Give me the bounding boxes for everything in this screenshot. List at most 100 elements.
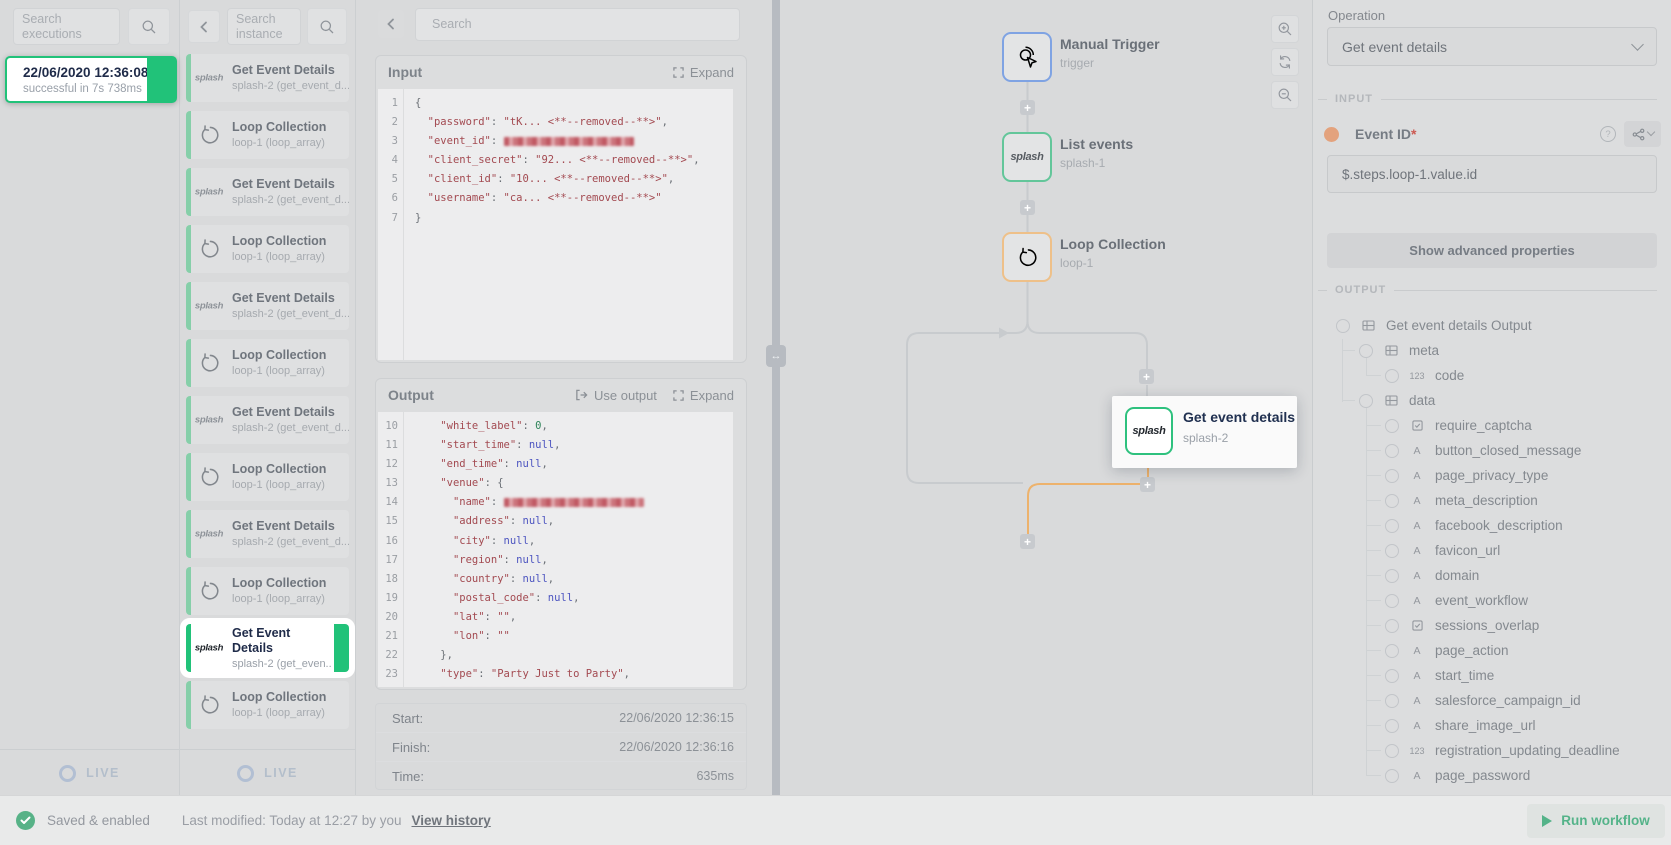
tree-radio[interactable] [1385,669,1399,683]
output-tree-row[interactable]: require_captcha [1313,413,1671,438]
executions-live-toggle[interactable]: LIVE [0,749,179,796]
step-list-item[interactable]: splashGet Event Detailssplash-2 (get_eve… [186,54,349,102]
output-tree-row[interactable]: Abutton_closed_message [1313,438,1671,463]
step-list-item[interactable]: splashGet Event Detailssplash-2 (get_eve… [186,282,349,330]
steps-panel: Search instance splashGet Event Detailss… [180,0,355,795]
help-icon[interactable]: ? [1600,126,1616,142]
tree-radio[interactable] [1385,619,1399,633]
tree-radio[interactable] [1385,644,1399,658]
output-tree-row[interactable]: Asalesforce_campaign_id [1313,688,1671,713]
execution-card[interactable]: 22/06/2020 12:36:08 successful in 7s 738… [5,56,177,103]
list-events-node[interactable]: splash [1002,132,1052,182]
selected-node-card[interactable]: splash Get event details splash-2 [1112,396,1297,468]
step-list-item[interactable]: Loop Collectionloop-1 (loop_array) [186,339,349,387]
step-list-item[interactable]: splashGet Event Detailssplash-2 (get_eve… [186,510,349,558]
output-json-viewer[interactable]: 10 "white_label": 0,11 "start_time": nul… [378,412,733,687]
tree-radio[interactable] [1385,719,1399,733]
output-tree-row[interactable]: data [1313,388,1671,413]
tree-radio[interactable] [1359,344,1373,358]
step-list-item[interactable]: splashGet Event Detailssplash-2 (get_eve… [186,396,349,444]
status-bar: Saved & enabled Last modified: Today at … [0,795,1671,845]
tree-radio[interactable] [1385,444,1399,458]
add-step-button[interactable]: + [1139,369,1154,384]
step-list-item[interactable]: Loop Collectionloop-1 (loop_array) [186,225,349,273]
search-instance-button[interactable] [307,8,347,45]
output-tree-row[interactable]: Get event details Output [1313,313,1671,338]
output-tree-row[interactable]: Adomain [1313,563,1671,588]
input-json-viewer[interactable]: 1{2 "password": "tK... <**--removed--**>… [378,89,733,360]
output-tree-row[interactable]: Ameta_description [1313,488,1671,513]
steps-live-toggle[interactable]: LIVE [180,749,355,796]
tree-node-label: salesforce_campaign_id [1435,693,1581,708]
tree-radio[interactable] [1385,469,1399,483]
search-instance-input[interactable]: Search instance [227,8,301,45]
tree-radio[interactable] [1385,419,1399,433]
step-list-item[interactable]: splashGet Event Detailssplash-2 (get_eve… [186,168,349,216]
add-step-button[interactable]: + [1020,100,1035,115]
step-status-bar [186,681,191,729]
output-tree-row[interactable]: Ashare_image_url [1313,713,1671,738]
operation-select[interactable]: Get event details [1327,27,1657,66]
run-workflow-button[interactable]: Run workflow [1527,804,1665,838]
loop-collection-node[interactable] [1002,232,1052,282]
tree-radio[interactable] [1385,744,1399,758]
collapse-steps-button[interactable] [188,10,220,43]
tree-radio[interactable] [1336,319,1350,333]
get-event-details-node[interactable]: splash [1125,407,1173,455]
output-tree-row[interactable]: Astart_time [1313,663,1671,688]
step-title: Loop Collection [232,234,349,249]
manual-trigger-node[interactable] [1002,32,1052,82]
step-list-item[interactable]: Loop Collectionloop-1 (loop_array) [186,453,349,501]
step-list-item[interactable]: splashGet Event Detailssplash-2 (get_eve… [186,624,349,672]
search-executions-input[interactable]: Search executions [13,8,120,45]
string-type-icon: A [1413,770,1420,782]
tree-radio[interactable] [1359,394,1373,408]
output-tree-row[interactable]: Afavicon_url [1313,538,1671,563]
output-tree-row[interactable]: Apage_privacy_type [1313,463,1671,488]
add-step-button[interactable]: + [1020,200,1035,215]
input-panel-title: Input [388,64,422,80]
workflow-canvas[interactable]: + + + + + Manual Trigger trigger splash … [780,0,1312,795]
output-tree-row[interactable]: 123registration_updating_deadline [1313,738,1671,763]
output-tree-row[interactable]: Apage_password [1313,763,1671,788]
zoom-out-button[interactable] [1271,81,1299,109]
output-expand-button[interactable]: Expand [673,388,734,403]
code-line: 19 "postal_code": null, [378,589,733,608]
output-tree-row[interactable]: 123code [1313,363,1671,388]
mapping-mode-button[interactable] [1624,121,1661,147]
panel-resize-divider[interactable] [772,0,780,795]
tree-radio[interactable] [1385,594,1399,608]
back-button[interactable] [378,10,404,38]
tree-radio[interactable] [1385,769,1399,783]
manual-trigger-label: Manual Trigger trigger [1060,36,1160,70]
view-history-link[interactable]: View history [412,813,491,828]
add-step-button[interactable]: + [1020,534,1035,549]
event-id-label: Event ID* [1355,126,1416,142]
output-tree-row[interactable]: Apage_action [1313,638,1671,663]
zoom-in-button[interactable] [1271,15,1299,43]
tree-radio[interactable] [1385,494,1399,508]
search-executions-button[interactable] [128,8,170,45]
debug-search-input[interactable]: Search [415,8,740,41]
output-tree-row[interactable]: Aevent_workflow [1313,588,1671,613]
tree-radio[interactable] [1385,369,1399,383]
step-list-item[interactable]: Loop Collectionloop-1 (loop_array) [186,681,349,729]
zoom-reset-button[interactable] [1271,48,1299,76]
output-tree-row[interactable]: Afacebook_description [1313,513,1671,538]
step-status-bar [186,396,191,444]
output-tree-row[interactable]: sessions_overlap [1313,613,1671,638]
tree-radio[interactable] [1385,519,1399,533]
tree-radio[interactable] [1385,569,1399,583]
step-list-item[interactable]: Loop Collectionloop-1 (loop_array) [186,111,349,159]
event-id-input[interactable]: $.steps.loop-1.value.id [1327,155,1657,193]
show-advanced-properties-button[interactable]: Show advanced properties [1327,233,1657,268]
output-tree-row[interactable]: meta [1313,338,1671,363]
output-panel-header: Output Use output Expand [376,379,746,411]
input-expand-button[interactable]: Expand [673,65,734,80]
add-step-button[interactable]: + [1140,477,1155,492]
tree-radio[interactable] [1385,544,1399,558]
step-list-item[interactable]: Loop Collectionloop-1 (loop_array) [186,567,349,615]
use-output-button[interactable]: Use output [575,388,657,403]
tree-radio[interactable] [1385,694,1399,708]
step-title: Get Event Details [232,291,349,306]
